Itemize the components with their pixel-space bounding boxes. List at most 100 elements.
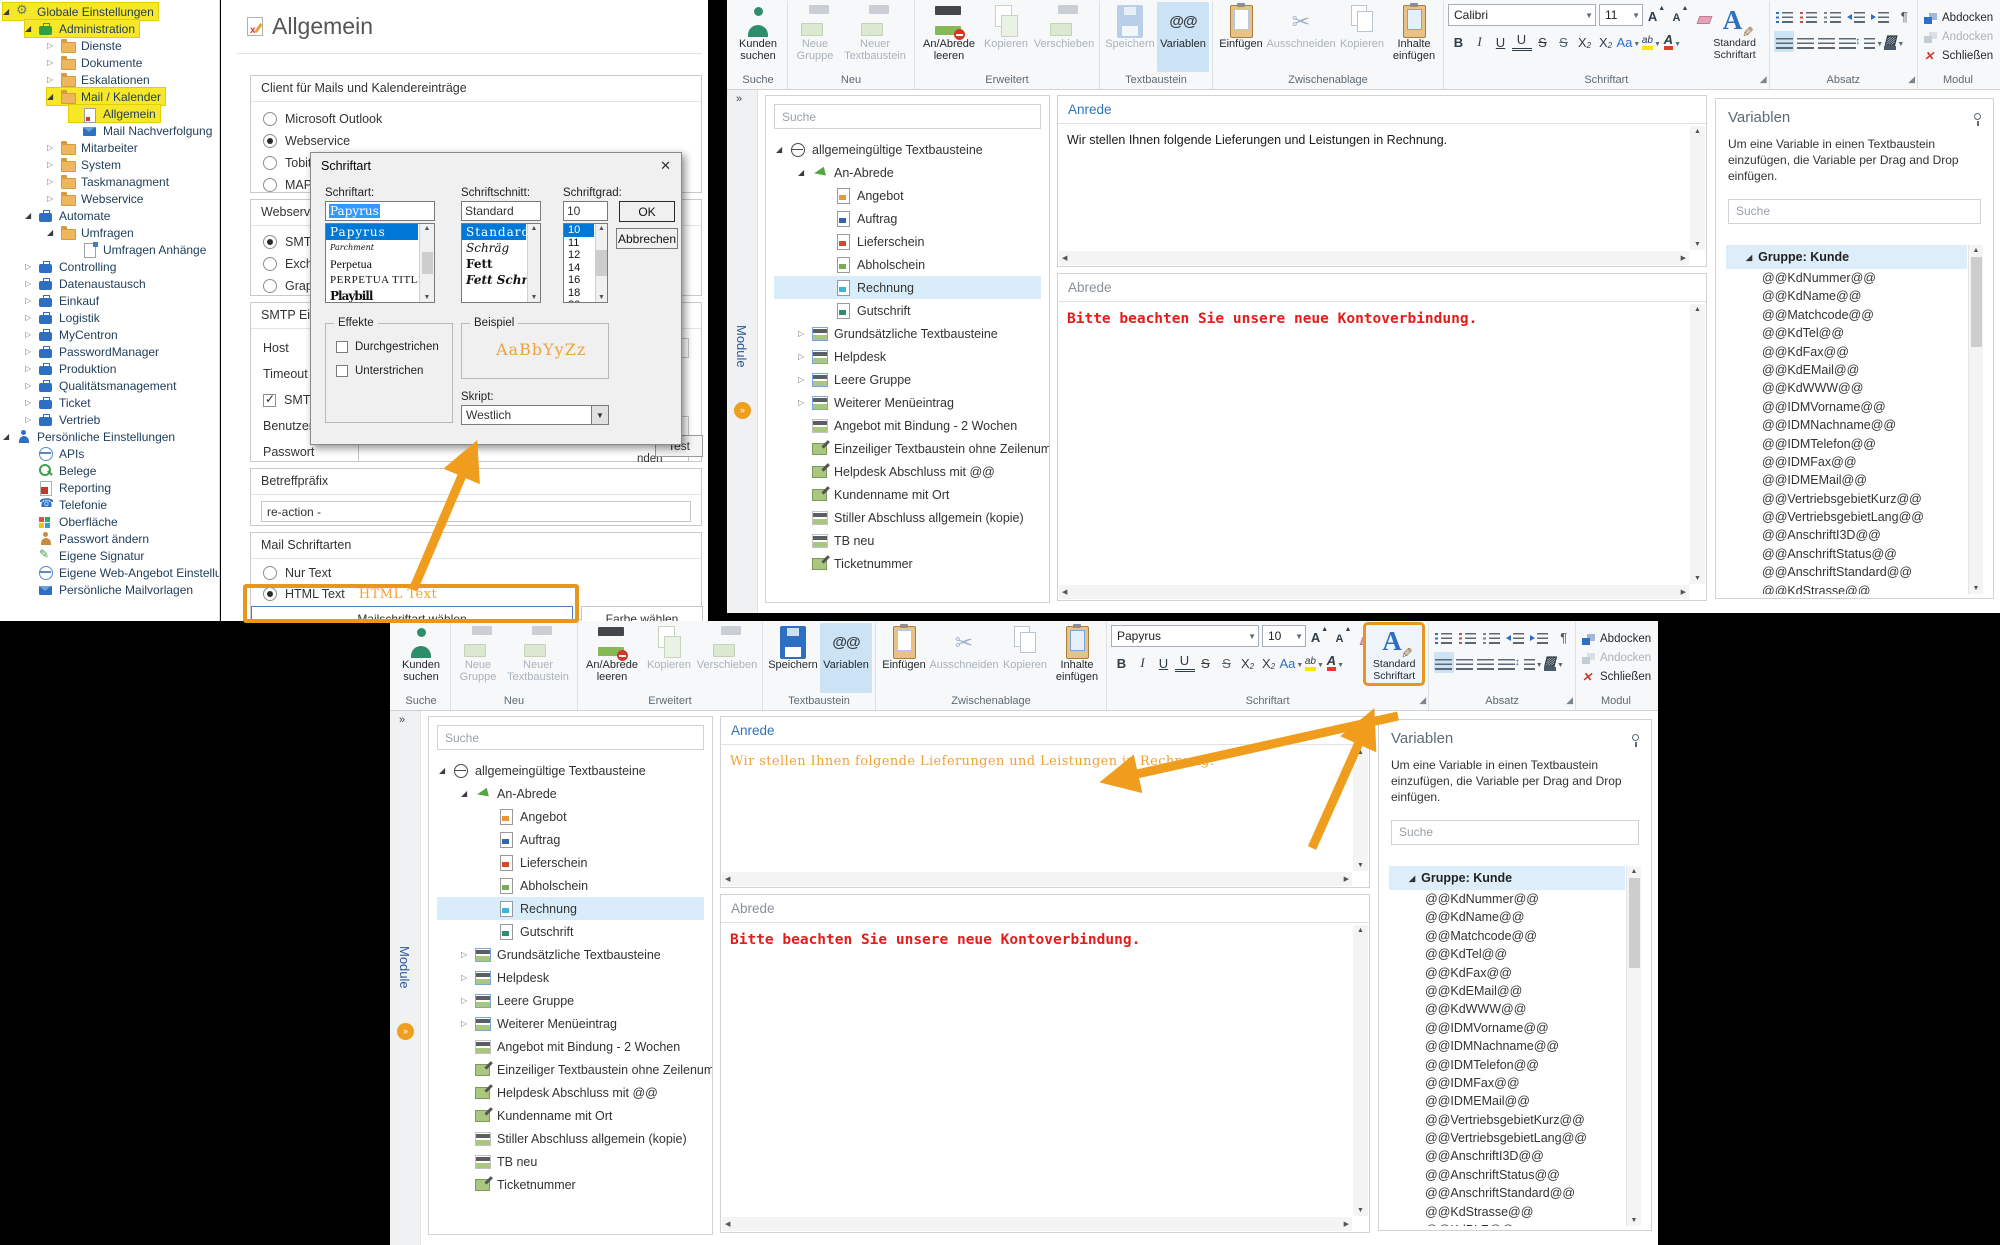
nav-tree-item[interactable]: Ticket xyxy=(0,394,219,411)
textbaustein-item[interactable]: TB neu xyxy=(774,529,1041,552)
andocken-button[interactable]: Andocken xyxy=(1579,649,1653,668)
tree-expander-icon[interactable] xyxy=(3,432,16,441)
bullet-list-button[interactable] xyxy=(1434,626,1454,647)
module-sidebar[interactable]: » Module » xyxy=(727,90,758,613)
variable-item[interactable]: @@KdName@@ xyxy=(1726,287,1983,305)
radio-option[interactable]: HTML Text HTML Text xyxy=(251,583,437,605)
textbaustein-item[interactable]: Rechnung xyxy=(437,897,704,920)
variable-item[interactable]: @@AnschriftI3D@@ xyxy=(1726,526,1983,544)
farbe-waehlen-button[interactable]: Farbe wählen xyxy=(581,606,703,621)
decrease-indent-button[interactable] xyxy=(1846,5,1866,26)
expander-chevron-icon[interactable]: » xyxy=(736,93,742,105)
numbered-list-button[interactable] xyxy=(1458,626,1478,647)
nav-tree-item[interactable]: Administration xyxy=(0,20,219,37)
nav-tree-item[interactable]: System xyxy=(0,156,219,173)
font-family-select[interactable]: Calibri▼ xyxy=(1448,4,1596,26)
verschieben-button[interactable]: Verschieben xyxy=(1032,2,1096,72)
tree-expander-icon[interactable] xyxy=(25,296,38,305)
line-spacing-button[interactable]: ▼ xyxy=(1518,652,1543,673)
subscript-button[interactable]: X2 xyxy=(1259,652,1279,673)
variable-item[interactable]: @@KdFax@@ xyxy=(1726,343,1983,361)
variable-item[interactable]: @@KdStrasse@@ xyxy=(1726,582,1983,594)
grow-font-button[interactable]: A▲ xyxy=(1310,626,1330,647)
neue-gruppe-button[interactable]: Neue Gruppe xyxy=(791,2,839,72)
abdocken-button[interactable]: Abdocken xyxy=(1921,9,1995,28)
double-strikethrough-button[interactable]: S xyxy=(1217,652,1237,673)
tree-expander-icon[interactable] xyxy=(25,381,38,390)
font-style-input[interactable]: Standard xyxy=(461,201,541,221)
close-icon[interactable]: ✕ xyxy=(660,158,671,174)
horizontal-scrollbar[interactable]: ◀▶ xyxy=(1059,585,1689,599)
font-list-item[interactable]: Playbill xyxy=(326,288,418,303)
tree-search-input[interactable] xyxy=(774,104,1041,129)
variable-item[interactable]: @@KdNummer@@ xyxy=(1389,890,1641,908)
nav-tree-item[interactable]: Allgemein xyxy=(0,105,219,122)
abrede-text[interactable]: Bitte beachten Sie unsere neue Kontoverb… xyxy=(1067,311,1682,327)
ausschneiden-button[interactable]: Ausschneiden xyxy=(929,623,999,693)
radio-option[interactable]: Microsoft Outlook xyxy=(251,108,701,130)
variable-item[interactable]: @@IDMEMail@@ xyxy=(1389,1092,1641,1110)
size-list-item[interactable]: 20 xyxy=(564,299,594,303)
textbaustein-item[interactable]: Gutschrift xyxy=(774,299,1041,322)
nav-tree-item[interactable]: Mail Nachverfolgung xyxy=(0,122,219,139)
variable-item[interactable]: @@IDMFax@@ xyxy=(1389,1074,1641,1092)
change-case-button[interactable]: Aa▼ xyxy=(1617,31,1641,52)
bullet-list-button[interactable] xyxy=(1774,5,1794,26)
nav-tree-item[interactable]: Einkauf xyxy=(0,292,219,309)
nav-tree-item[interactable]: Reporting xyxy=(0,479,219,496)
nav-tree-item[interactable]: Dokumente xyxy=(0,54,219,71)
tree-expander-icon[interactable] xyxy=(25,24,38,33)
tree-expander-icon[interactable] xyxy=(25,330,38,339)
line-spacing-button[interactable]: ▼ xyxy=(1858,31,1883,52)
skript-select[interactable]: Westlich▼ xyxy=(461,405,609,425)
multilevel-list-button[interactable] xyxy=(1482,626,1502,647)
variable-item[interactable]: @@KdNummer@@ xyxy=(1726,269,1983,287)
increase-indent-button[interactable] xyxy=(1870,5,1890,26)
variable-item[interactable]: @@KdWWW@@ xyxy=(1726,379,1983,397)
multilevel-list-button[interactable] xyxy=(1822,5,1842,26)
vertical-scrollbar[interactable]: ▲▼ xyxy=(1690,126,1705,250)
tree-expander-icon[interactable] xyxy=(3,7,16,16)
variable-item[interactable]: @@IDMEMail@@ xyxy=(1726,471,1983,489)
tree-expander-icon[interactable] xyxy=(25,415,38,424)
textbaustein-item[interactable]: Kundenname mit Ort xyxy=(437,1104,704,1127)
italic-button[interactable]: I xyxy=(1470,31,1490,52)
font-size-select[interactable]: 10▼ xyxy=(1262,625,1306,647)
textbaustein-item[interactable]: Auftrag xyxy=(437,828,704,851)
unterstrichen-checkbox[interactable]: Unterstrichen xyxy=(336,365,423,377)
variable-item[interactable]: @@VertriebsgebietKurz@@ xyxy=(1389,1111,1641,1129)
font-name-input[interactable]: Papyrus xyxy=(325,201,435,221)
einfuegen-button[interactable]: Einfügen xyxy=(1216,2,1266,72)
variable-item[interactable]: @@KdStrasse@@ xyxy=(1389,1203,1641,1221)
textbaustein-item[interactable]: Lieferschein xyxy=(437,851,704,874)
nav-tree-item[interactable]: Vertrieb xyxy=(0,411,219,428)
textbaustein-item[interactable]: Gutschrift xyxy=(437,920,704,943)
pin-icon[interactable] xyxy=(1630,734,1640,747)
vertical-scrollbar[interactable]: ▲▼ xyxy=(1353,747,1368,871)
textbaustein-item[interactable]: Weiterer Menüeintrag xyxy=(774,391,1041,414)
radio-option[interactable]: Webservice xyxy=(251,130,701,152)
mailschriftart-waehlen-button[interactable]: Mailschriftart wählen xyxy=(251,606,573,621)
bold-button[interactable]: B xyxy=(1112,652,1132,673)
variable-item[interactable]: @@AnschriftStatus@@ xyxy=(1726,545,1983,563)
variablen-button[interactable]: Variablen xyxy=(1157,2,1209,72)
nav-tree-item[interactable]: Dienste xyxy=(0,37,219,54)
tree-expander-icon[interactable] xyxy=(47,160,60,169)
tree-expander-icon[interactable] xyxy=(47,194,60,203)
nav-tree-item[interactable]: Qualitätsmanagement xyxy=(0,377,219,394)
abrede-header[interactable]: Abrede xyxy=(1058,274,1706,302)
tree-expander-icon[interactable] xyxy=(798,352,812,361)
textbaustein-item[interactable]: Rechnung xyxy=(774,276,1041,299)
radio-option[interactable]: Nur Text xyxy=(251,562,331,584)
vertical-scrollbar[interactable]: ▲▼ xyxy=(1690,304,1705,584)
shading-button[interactable]: ▨▼ xyxy=(1884,31,1904,52)
variable-item[interactable]: @@KdTel@@ xyxy=(1726,324,1983,342)
textbaustein-item[interactable]: allgemeingültige Textbausteine xyxy=(437,759,704,782)
style-list-scrollbar[interactable]: ▲▼ xyxy=(527,224,540,302)
variablen-group-header[interactable]: ◢Gruppe: Kunde xyxy=(1389,866,1625,890)
size-list-item[interactable]: 14 xyxy=(564,262,594,275)
einfuegen-button[interactable]: Einfügen xyxy=(879,623,929,693)
align-center-button[interactable] xyxy=(1795,31,1815,52)
font-size-input[interactable]: 10 xyxy=(563,201,608,221)
module-tab-label[interactable]: Module xyxy=(397,946,412,989)
